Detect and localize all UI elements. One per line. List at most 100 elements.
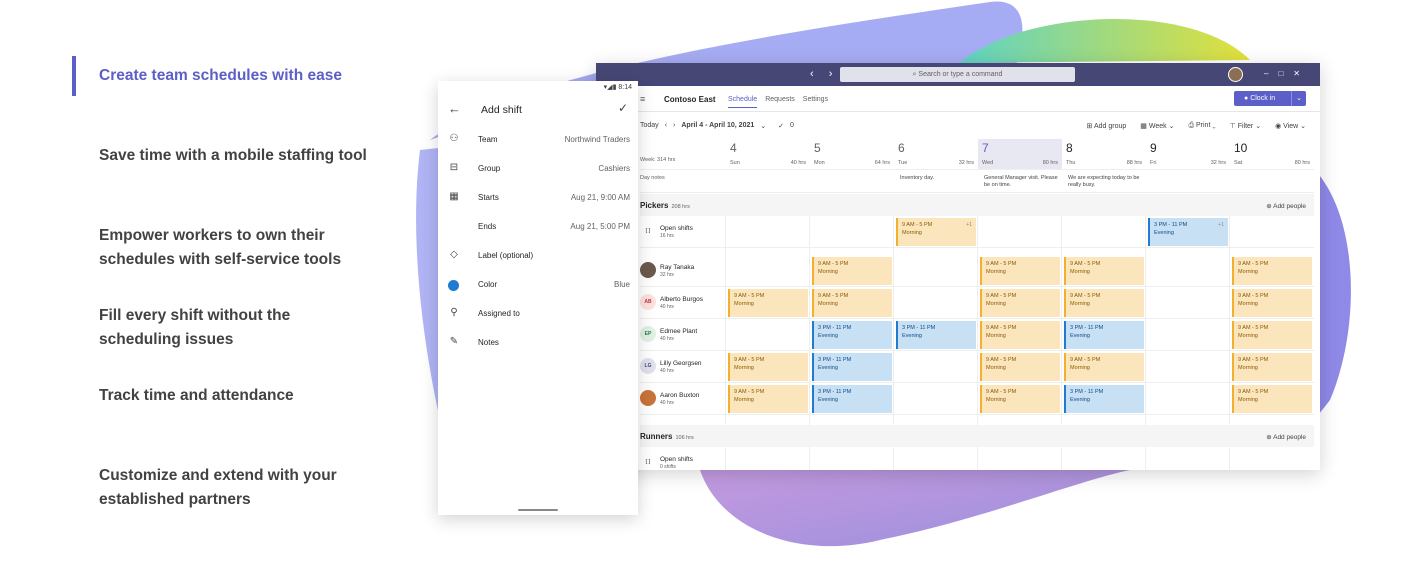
print-button[interactable]: ⎙ Print ⌄ xyxy=(1188,122,1215,130)
shift-block[interactable]: 9 AM - 5 PM Morning xyxy=(980,289,1060,317)
person-cell[interactable]: AB Alberto Burgos 40 hrs xyxy=(640,294,726,314)
shift-block[interactable]: 9 AM - 5 PM Morning xyxy=(812,257,892,285)
next-week-icon[interactable]: › xyxy=(673,122,675,130)
chevron-down-icon[interactable]: ⌄ xyxy=(760,122,766,130)
shift-block[interactable]: 9 AM - 5 PM Morning xyxy=(1064,257,1144,285)
shift-block[interactable]: 9 AM - 5 PM Morning +1 xyxy=(896,218,976,246)
group-name: Runners 106 hrs xyxy=(640,432,694,441)
day-hours: 80 hrs xyxy=(1042,160,1058,166)
feature-item-mobile-staffing[interactable]: Save time with a mobile staffing tool xyxy=(72,136,372,216)
day-name: Fri xyxy=(1150,160,1157,166)
feature-item-fill-shifts[interactable]: Fill every shift without the scheduling … xyxy=(72,296,372,376)
group-name: Pickers 208 hrs xyxy=(640,201,690,210)
tab-settings[interactable]: Settings xyxy=(803,96,828,108)
view-label: View xyxy=(1283,123,1299,130)
shift-block[interactable]: 3 PM - 11 PM Evening xyxy=(812,321,892,349)
shift-block[interactable]: 3 PM - 11 PM Evening xyxy=(812,385,892,413)
menu-icon[interactable]: ≡ xyxy=(640,94,645,104)
shift-extra-count: +1 xyxy=(1218,222,1224,228)
field-color[interactable]: Color Blue xyxy=(438,270,638,299)
shift-block[interactable]: 9 AM - 5 PM Morning xyxy=(728,353,808,381)
day-hours: 80 hrs xyxy=(1294,160,1310,166)
field-starts[interactable]: ▦ Starts Aug 21, 9:00 AM xyxy=(438,183,638,212)
field-assigned-to[interactable]: ⚲ Assigned to xyxy=(438,299,638,328)
date-range-picker[interactable]: April 4 - April 10, 2021 xyxy=(681,122,754,130)
person-cell[interactable]: [ ] Open shifts 16 hrs xyxy=(640,223,726,243)
person-cell[interactable]: Aaron Buxton 40 hrs xyxy=(640,390,726,410)
search-input[interactable]: ⌕ Search or type a command xyxy=(840,67,1075,82)
filter-button[interactable]: ⊤ Filter ⌄ xyxy=(1230,122,1261,130)
shift-time: 9 AM - 5 PM xyxy=(1238,261,1269,267)
person-cell[interactable]: Ray Tanaka 32 hrs xyxy=(640,262,726,282)
field-notes[interactable]: ✎ Notes xyxy=(438,328,638,357)
shift-block[interactable]: 9 AM - 5 PM Morning xyxy=(728,385,808,413)
shift-block[interactable]: 9 AM - 5 PM Morning xyxy=(1232,289,1312,317)
person-cell[interactable]: LG Lilly Georgsen 40 hrs xyxy=(640,358,726,378)
prev-week-icon[interactable]: ‹ xyxy=(665,122,667,130)
day-note[interactable]: Inventory day. xyxy=(900,175,980,182)
confirm-check-icon[interactable]: ✓ xyxy=(618,101,628,115)
chevron-down-icon[interactable]: ⌄ xyxy=(1291,91,1306,106)
tab-requests[interactable]: Requests xyxy=(765,96,795,108)
field-label-optional[interactable]: ◇ Label (optional) xyxy=(438,241,638,270)
add-group-label: Add group xyxy=(1093,123,1127,130)
shift-block[interactable]: 3 PM - 11 PM Evening xyxy=(1064,385,1144,413)
add-people-button[interactable]: ⊕ Add people xyxy=(1266,433,1306,441)
shift-label: Morning xyxy=(1070,365,1090,371)
shift-extra-count: +1 xyxy=(966,222,972,228)
feature-item-time-attendance[interactable]: Track time and attendance xyxy=(72,376,372,456)
feature-item-team-schedules[interactable]: Create team schedules with ease xyxy=(72,56,372,136)
week-dropdown[interactable]: ▦ Week ⌄ xyxy=(1140,122,1174,130)
feature-item-self-service[interactable]: Empower workers to own their schedules w… xyxy=(72,216,372,296)
shift-block[interactable]: 9 AM - 5 PM Morning xyxy=(1064,353,1144,381)
field-ends[interactable]: Ends Aug 21, 5:00 PM xyxy=(438,212,638,241)
add-people-button[interactable]: ⊕ Add people xyxy=(1266,202,1306,210)
day-header[interactable]: 9 Fri 32 hrs xyxy=(1146,139,1230,169)
window-controls-icon[interactable]: –□✕ xyxy=(1264,69,1310,78)
shift-block[interactable]: 3 PM - 11 PM Evening +1 xyxy=(1148,218,1228,246)
shift-block[interactable]: 9 AM - 5 PM Morning xyxy=(980,257,1060,285)
shift-block[interactable]: 3 PM - 11 PM Evening xyxy=(812,353,892,381)
day-header[interactable]: 5 Mon 64 hrs xyxy=(810,139,894,169)
today-button[interactable]: Today xyxy=(640,122,659,130)
shift-block[interactable]: 3 PM - 11 PM Evening xyxy=(896,321,976,349)
feature-label: Save time with a mobile staffing tool xyxy=(99,147,367,164)
back-arrow-icon[interactable]: ← xyxy=(448,101,461,116)
history-nav-icon[interactable]: ‹ › xyxy=(810,68,838,80)
shift-time: 9 AM - 5 PM xyxy=(902,222,933,228)
person-cell[interactable]: [ ] Open shifts 0 shifts xyxy=(640,454,726,470)
avatar xyxy=(640,262,656,278)
shift-block[interactable]: 3 PM - 11 PM Evening xyxy=(1064,321,1144,349)
view-button[interactable]: ◉ View ⌄ xyxy=(1275,122,1306,130)
day-header[interactable]: 6 Tue 32 hrs xyxy=(894,139,978,169)
day-note[interactable]: General Manager visit. Please be on time… xyxy=(984,175,1064,189)
add-group-button[interactable]: ⊞ Add group xyxy=(1087,122,1127,130)
day-header[interactable]: 10 Sat 80 hrs xyxy=(1230,139,1314,169)
shift-block[interactable]: 9 AM - 5 PM Morning xyxy=(980,353,1060,381)
avatar[interactable] xyxy=(1228,67,1243,82)
shift-block[interactable]: 9 AM - 5 PM Morning xyxy=(812,289,892,317)
shift-block[interactable]: 9 AM - 5 PM Morning xyxy=(980,385,1060,413)
day-header[interactable]: 8 Thu 88 hrs xyxy=(1062,139,1146,169)
day-note[interactable]: We are expecting today to be really busy… xyxy=(1068,175,1148,189)
day-header-today[interactable]: 7 Wed 80 hrs xyxy=(978,139,1062,169)
field-label: Color xyxy=(478,280,498,289)
field-team[interactable]: ⚇ Team Northwind Traders xyxy=(438,125,638,154)
shift-block[interactable]: 9 AM - 5 PM Morning xyxy=(728,289,808,317)
shift-block[interactable]: 9 AM - 5 PM Morning xyxy=(1232,353,1312,381)
shift-block[interactable]: 9 AM - 5 PM Morning xyxy=(980,321,1060,349)
field-group[interactable]: ⊟ Group Cashiers xyxy=(438,154,638,183)
shift-block[interactable]: 9 AM - 5 PM Morning xyxy=(1232,385,1312,413)
tab-schedule[interactable]: Schedule xyxy=(728,96,758,108)
person-cell[interactable]: EP Edmee Plant 40 hrs xyxy=(640,326,726,346)
page-title: Add shift xyxy=(481,104,522,116)
shift-block[interactable]: 9 AM - 5 PM Morning xyxy=(1232,257,1312,285)
day-header[interactable]: 4 Sun 40 hrs xyxy=(726,139,810,169)
shift-time: 9 AM - 5 PM xyxy=(1070,293,1101,299)
shift-block[interactable]: 9 AM - 5 PM Morning xyxy=(1064,289,1144,317)
shift-block[interactable]: 9 AM - 5 PM Morning xyxy=(1232,321,1312,349)
field-value: Cashiers xyxy=(598,164,630,173)
feature-item-customize[interactable]: Customize and extend with your establish… xyxy=(72,456,372,536)
clock-in-button[interactable]: ● Clock in ⌄ xyxy=(1234,91,1306,106)
shift-time: 9 AM - 5 PM xyxy=(818,293,849,299)
